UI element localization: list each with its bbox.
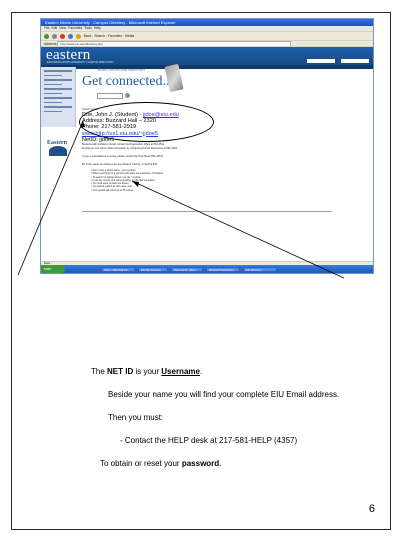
site-subtitle: EASTERN ILLINOIS UNIVERSITY | CAMPUS DIR…	[47, 61, 114, 64]
left-nav-link[interactable]	[44, 97, 72, 99]
menu-item-edit[interactable]: Edit	[51, 26, 57, 30]
password-term: password	[181, 459, 220, 468]
left-nav-link[interactable]	[44, 106, 72, 108]
start-button[interactable]: start	[41, 265, 65, 273]
menu-item-favorites[interactable]: Favorites	[68, 26, 82, 30]
back-icon[interactable]	[44, 33, 49, 39]
window-title: Eastern Illinois University - Campus Dir…	[41, 19, 373, 26]
left-nav-link[interactable]	[44, 83, 62, 85]
directory-search-input[interactable]	[97, 93, 123, 99]
info-paragraph: Employees can correct their information …	[82, 147, 178, 150]
eastern-logo-mark	[49, 146, 67, 156]
site-search-input[interactable]	[306, 59, 335, 63]
left-nav	[41, 67, 76, 127]
taskbar-item[interactable]: EIU Net Services	[138, 266, 168, 272]
menu-item-tools[interactable]: Tools	[84, 26, 92, 30]
browser-toolbar: Back · Search · Favorites · Media	[41, 32, 373, 41]
page-heading: Get connected...	[82, 74, 173, 89]
left-nav-link[interactable]	[44, 88, 72, 90]
home-icon[interactable]	[75, 33, 81, 39]
info-paragraph: Fill in the name of employee for any Stu…	[82, 163, 158, 166]
menu-item-view[interactable]: View	[59, 26, 66, 30]
browser-screenshot: Eastern Illinois University - Campus Dir…	[40, 18, 374, 274]
taskbar-item[interactable]: Document1 - Micro...	[171, 266, 203, 272]
toolbar-labels: Back · Search · Favorites · Media	[83, 34, 135, 38]
left-nav-link[interactable]	[44, 70, 72, 72]
search-go-button[interactable]	[125, 93, 130, 98]
page-number: 6	[368, 503, 375, 515]
site-search-fields	[305, 50, 369, 68]
info-paragraph: If your e-mail address is wrong, please …	[82, 155, 164, 158]
site-search-scope[interactable]	[341, 59, 369, 63]
username-term: Username	[161, 367, 200, 376]
site-header: eastern EASTERN ILLINOIS UNIVERSITY | CA…	[41, 47, 373, 65]
left-nav-link[interactable]	[44, 92, 62, 94]
taskbar-item[interactable]: Inbox - Microsoft Ou...	[101, 266, 135, 272]
menu-item-file[interactable]: File	[44, 26, 49, 30]
highlight-oval	[79, 102, 214, 142]
forward-icon[interactable]	[51, 33, 57, 39]
menu-item-help[interactable]: Help	[94, 26, 101, 30]
eastern-logo: Eastern	[47, 140, 73, 158]
left-nav-link[interactable]	[44, 101, 62, 103]
left-nav-link[interactable]	[44, 79, 72, 81]
windows-taskbar: start Inbox - Microsoft Ou... EIU Net Se…	[41, 265, 373, 273]
site-footer-rule	[82, 211, 332, 212]
password-line: To obtain or reset your password.	[100, 459, 222, 468]
then-line: Then you must:	[108, 413, 164, 422]
taskbar-item[interactable]: Microsoft PowerPoint	[206, 266, 240, 272]
eastern-logo-text: Eastern	[47, 140, 67, 146]
info-paragraph: Students with problems should contact th…	[82, 143, 165, 146]
stop-icon[interactable]	[59, 33, 65, 39]
left-nav-link[interactable]	[44, 74, 62, 76]
refresh-icon[interactable]	[67, 33, 73, 39]
search-tips-list: • Don't enter a whole name - just a port…	[91, 169, 164, 192]
netid-line: The NET ID is your Username.	[91, 367, 203, 376]
email-line: Beside your name you will find your comp…	[108, 390, 340, 399]
helpdesk-line: - Contact the HELP desk at 217-581-HELP …	[120, 436, 298, 445]
address-label: Address	[44, 41, 57, 46]
netid-term: NET ID	[107, 367, 134, 376]
search-tip: • Your search will return up to 50 entri…	[91, 188, 134, 192]
taskbar-item[interactable]: EIU Directory	[243, 266, 277, 272]
left-nav-link[interactable]	[44, 110, 62, 112]
slide: Eastern Illinois University - Campus Dir…	[11, 12, 391, 530]
search-directory-label: SEARCH EIU/PHONE DIRECTORY	[97, 68, 146, 72]
